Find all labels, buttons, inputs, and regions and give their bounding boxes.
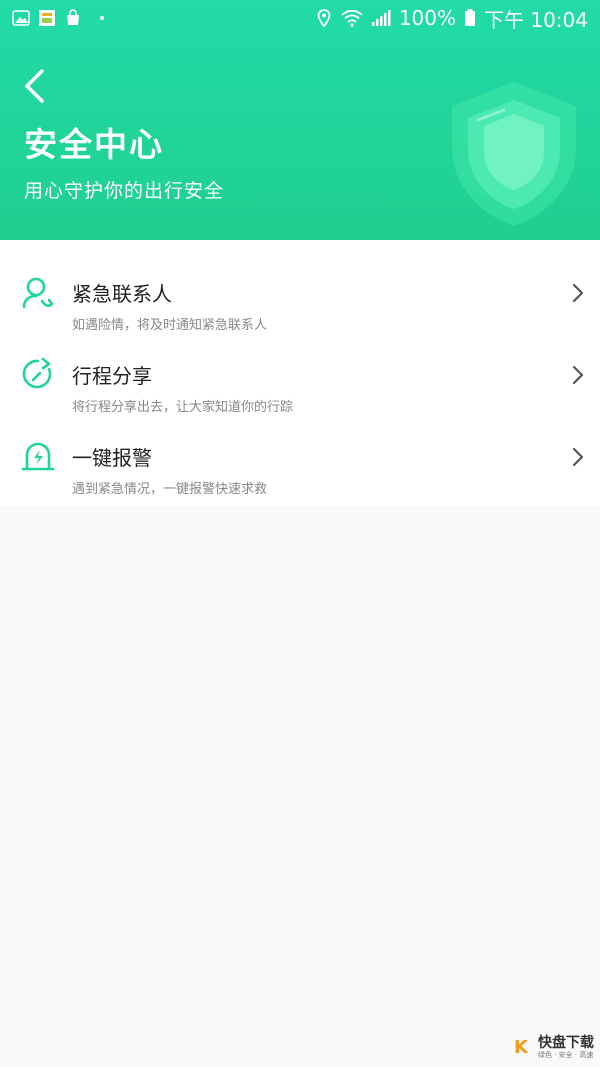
alarm-icon [21,442,55,471]
battery-icon [465,9,475,26]
chevron-left-icon [25,69,44,103]
menu-item-desc: 遇到紧急情况，一键报警快速求救 [72,482,268,497]
shield-icon [452,82,576,226]
shopping-bag-icon [67,9,79,25]
watermark-logo: K [514,1036,528,1058]
watermark-text: 快盘下载 [538,1034,594,1051]
wifi-icon [341,9,363,27]
notification-dot-icon [100,16,104,20]
menu-item-title: 紧急联系人 [72,282,172,306]
menu-item-one-key-alarm[interactable]: 一键报警 遇到紧急情况，一键报警快速求救 [0,424,600,506]
header-banner: 100% 下午 10:04 安全中心 用心守护你的出行安全 [0,0,600,240]
share-trip-icon [22,357,52,389]
menu-item-title: 一键报警 [72,446,152,470]
menu-item-trip-share[interactable]: 行程分享 将行程分享出去，让大家知道你的行踪 [0,342,600,424]
status-time: 下午 10:04 [484,7,588,32]
battery-percent: 100% [398,6,456,30]
chevron-right-icon [572,283,584,303]
app-notification-icon [39,10,55,26]
signal-icon [371,10,391,26]
gallery-icon [12,10,30,26]
chevron-right-icon [572,365,584,385]
location-icon [317,9,331,27]
page-title: 安全中心 [24,125,164,164]
menu-item-emergency-contact[interactable]: 紧急联系人 如遇险情，将及时通知紧急联系人 [0,260,600,342]
page-subtitle: 用心守护你的出行安全 [24,180,225,202]
menu-item-title: 行程分享 [72,364,152,388]
menu-item-desc: 如遇险情，将及时通知紧急联系人 [72,318,268,333]
menu-list: 紧急联系人 如遇险情，将及时通知紧急联系人 行程分享 将行程分享出去，让大家知道… [0,240,600,506]
back-button[interactable] [14,66,54,106]
watermark: K 快盘下载 绿色 · 安全 · 高速 [506,1035,594,1059]
contact-icon [22,277,54,309]
watermark-subtext: 绿色 · 安全 · 高速 [538,1050,594,1059]
chevron-right-icon [572,447,584,467]
status-bar: 100% 下午 10:04 [0,0,600,36]
menu-item-desc: 将行程分享出去，让大家知道你的行踪 [72,400,294,415]
